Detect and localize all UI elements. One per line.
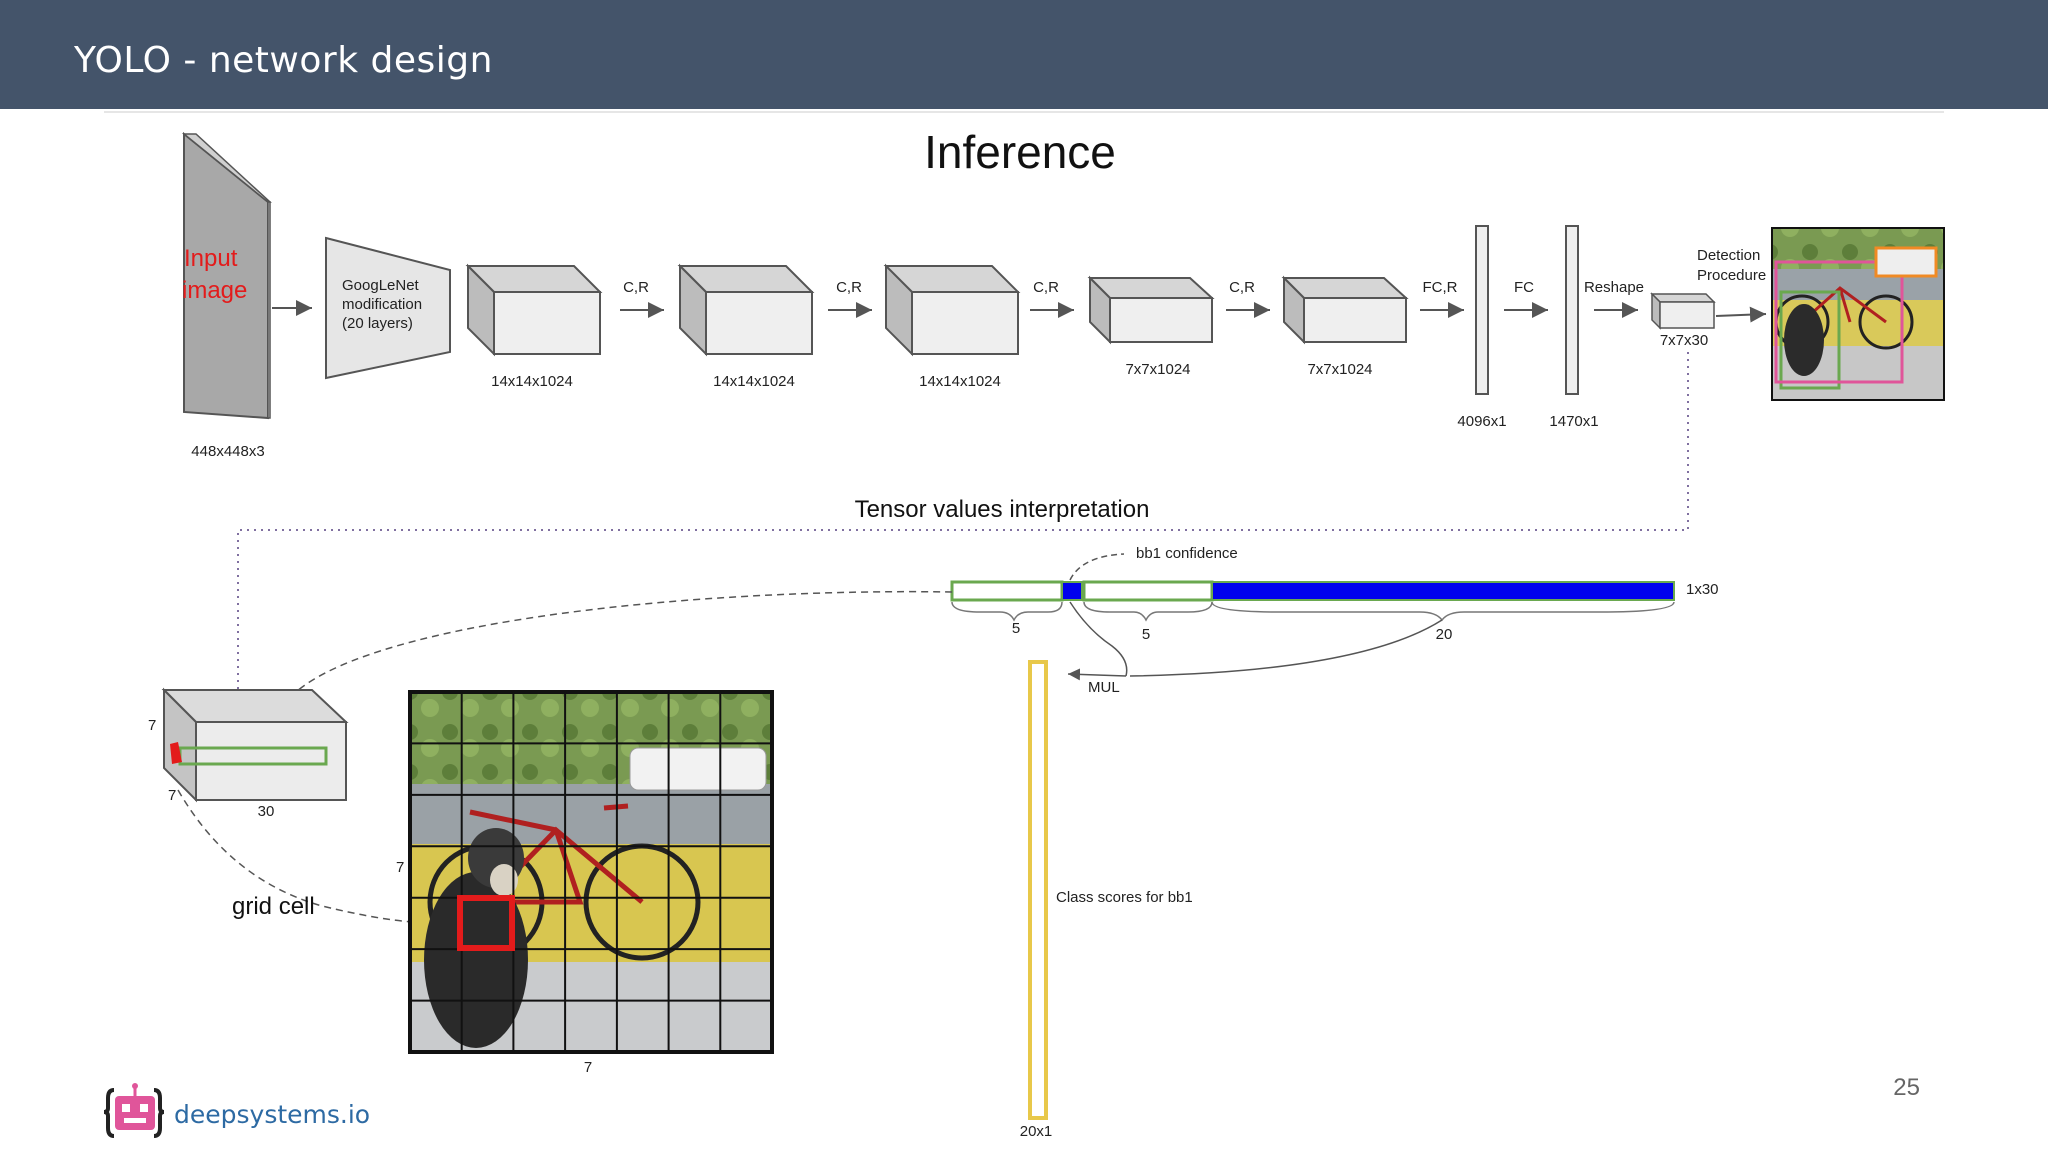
fc-layer-1-size: 4096x1: [1457, 413, 1506, 430]
tensor-cube: [161, 687, 349, 803]
op-label-2: C,R: [836, 279, 862, 296]
op-label-3: C,R: [1033, 279, 1059, 296]
cube-depth-label: 30: [258, 803, 275, 820]
input-label-line1: Input: [184, 245, 238, 272]
robot-logo-icon: [103, 1083, 165, 1138]
grid-photo: [408, 690, 774, 1054]
conv-block-2: [677, 263, 815, 357]
input-label-line2: image: [182, 277, 247, 304]
class-vector-size: 20x1: [1020, 1123, 1053, 1140]
googlenet-label-line3: (20 layers): [342, 315, 413, 332]
detection-result-image: [1771, 227, 1945, 401]
segment-1-size: 5: [1012, 620, 1020, 637]
page-number: 25: [1893, 1074, 1920, 1101]
detection-label-line1: Detection: [1697, 247, 1760, 264]
block-5-size: 7x7x1024: [1307, 361, 1372, 378]
detection-label-line2: Procedure: [1697, 267, 1766, 284]
grid-side-bottom-label: 7: [584, 1059, 592, 1076]
block-1-size: 14x14x1024: [491, 373, 573, 390]
op-label-6: FC: [1514, 279, 1534, 296]
input-image-slab: [181, 131, 272, 420]
mul-label: MUL: [1088, 679, 1120, 696]
brand-logo[interactable]: deepsystems.io: [102, 1082, 370, 1142]
diagram-heading: Inference: [924, 126, 1116, 178]
op-label-7: Reshape: [1584, 279, 1644, 296]
logo-text: deepsystems.io: [174, 1100, 371, 1129]
conv-block-5: [1281, 275, 1409, 345]
segment-3-size: 20: [1436, 626, 1453, 643]
block-3-size: 14x14x1024: [919, 373, 1001, 390]
grid-side-left-label: 7: [396, 859, 404, 876]
fc-layer-2-size: 1470x1: [1549, 413, 1598, 430]
class-scores-label: Class scores for bb1: [1056, 889, 1193, 906]
cube-width-label: 7: [168, 787, 176, 804]
output-tensor-size: 7x7x30: [1660, 332, 1708, 349]
conv-block-4: [1087, 275, 1215, 345]
op-label-1: C,R: [623, 279, 649, 296]
segment-2-size: 5: [1142, 626, 1150, 643]
conv-block-3: [883, 263, 1021, 357]
conv-block-1: [465, 263, 603, 357]
block-4-size: 7x7x1024: [1125, 361, 1190, 378]
network-diagram: Inference Input image 448x448x3 GoogLeNe…: [104, 111, 1945, 1140]
vector-size-label: 1x30: [1686, 581, 1719, 598]
class-score-vector: [1028, 660, 1048, 1120]
grid-cell-label: grid cell: [232, 893, 315, 920]
vector-1x30: [950, 580, 1675, 602]
bb1-confidence-label: bb1 confidence: [1136, 545, 1238, 562]
output-tensor-box: [1650, 292, 1716, 330]
interpretation-title: Tensor values interpretation: [855, 496, 1150, 523]
input-size-label: 448x448x3: [191, 443, 264, 460]
googlenet-label-line2: modification: [342, 296, 422, 313]
cube-height-label: 7: [148, 717, 156, 734]
op-label-4: C,R: [1229, 279, 1255, 296]
block-2-size: 14x14x1024: [713, 373, 795, 390]
googlenet-label-line1: GoogLeNet: [342, 277, 420, 294]
fc-layer-1: [1475, 225, 1489, 395]
fc-layer-2: [1565, 225, 1579, 395]
op-label-5: FC,R: [1423, 279, 1458, 296]
